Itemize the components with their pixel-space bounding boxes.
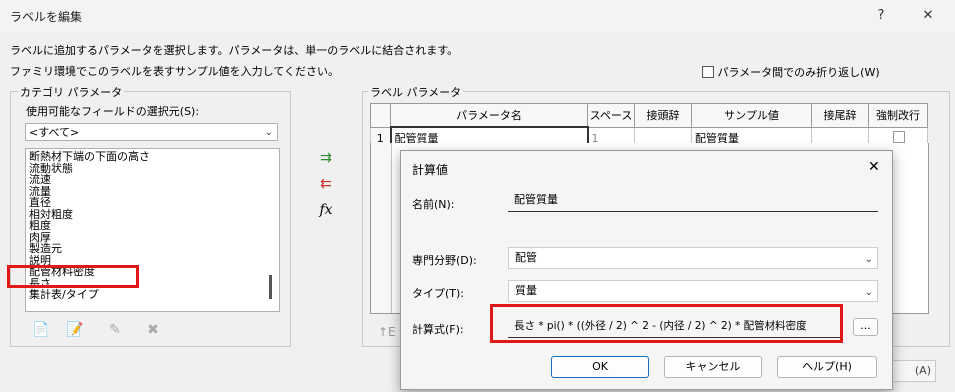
discipline-label: 専門分野(D): [412,254,477,267]
add-parameter-icon[interactable]: ⇉ [316,150,336,166]
column-header: 強制改行 [868,103,928,128]
column-header: スペース [587,103,635,128]
move-up-fragment[interactable]: ↑E [378,325,396,339]
list-item[interactable]: 流動状態 [26,162,279,175]
column-header: パラメータ名 [390,103,588,128]
column-header: サンプル値 [691,103,812,128]
remove-parameter-icon[interactable]: ⇇ [316,176,336,192]
field-source-select[interactable]: <すべて> ⌄ [25,123,278,141]
highlight-box-formula [490,304,843,343]
wrap-checkbox[interactable]: パラメータ間でのみ折り返し(W) [702,64,880,80]
calc-value-dialog: 計算値 ✕ 名前(N): 配管質量 専門分野(D): 配管 ⌄ タイプ(T): … [400,150,893,390]
name-input[interactable]: 配管質量 [508,190,878,212]
type-label: タイプ(T): [412,287,465,300]
type-value: 質量 [515,284,537,297]
help-dialog-button[interactable]: ヘルプ(H) [777,356,877,378]
table-header-row: パラメータ名 スペース 接頭辞 サンプル値 接尾辞 強制改行 [370,103,928,128]
window-title: ラベルを編集 [10,10,83,24]
new-parameter-icon[interactable]: 📄 [32,322,50,338]
list-item[interactable]: 直径 [26,197,279,209]
list-item[interactable]: 製造元 [26,243,279,255]
checkbox-box[interactable] [702,66,714,78]
break-checkbox[interactable] [893,130,905,143]
formula-label: 計算式(F): [412,323,464,336]
wrap-checkbox-label: パラメータ間でのみ折り返し(W) [717,66,880,79]
name-label: 名前(N): [412,198,455,211]
cancel-button[interactable]: キャンセル [664,356,762,378]
description-line-2: ファミリ環境でこのラベルを表すサンプル値を入力してください。 [10,65,340,78]
chevron-down-icon: ⌄ [864,254,873,265]
type-select[interactable]: 質量 ⌄ [508,280,878,302]
field-source-label: 使用可能なフィールドの選択元(S): [26,105,200,118]
scrollbar-thumb[interactable] [269,275,272,299]
list-item[interactable]: 流量 [26,185,279,198]
title-bar [0,0,955,32]
ok-button[interactable]: OK [551,356,649,378]
edit-parameter-icon[interactable]: 📝 [66,322,84,338]
description-line-1: ラベルに追加するパラメータを選択します。パラメータは、単一のラベルに結合されます… [10,44,459,57]
calc-dialog-title: 計算値 [412,163,449,177]
chevron-down-icon: ⌄ [864,287,873,298]
field-source-value: <すべて> [29,126,80,139]
formula-browse-button[interactable]: ... [853,318,878,336]
delete-parameter-icon[interactable]: ✖ [144,322,162,338]
list-item[interactable]: 断熱材下端の下面の高さ [26,151,279,163]
calc-dialog-close-icon[interactable]: ✕ [868,159,880,175]
list-item[interactable]: 相対粗度 [26,208,279,221]
discipline-select[interactable]: 配管 ⌄ [508,247,878,269]
list-item[interactable]: 肉厚 [26,231,279,244]
list-item[interactable]: 粗度 [26,220,279,232]
label-params-legend: ラベル パラメータ [368,84,464,100]
chevron-down-icon: ⌄ [264,127,273,138]
category-legend: カテゴリ パラメータ [18,84,125,100]
close-button[interactable]: ✕ [905,3,951,29]
discipline-value: 配管 [515,251,537,264]
modify-icon[interactable]: ✎ [106,322,124,338]
list-item[interactable]: 集計表/タイプ [26,289,279,301]
column-header: 接尾辞 [811,103,869,128]
highlight-box-list [7,265,139,288]
column-header: 接頭辞 [634,103,692,128]
column-header [370,103,391,128]
help-button[interactable]: ? [858,3,904,29]
list-item[interactable]: 流速 [26,174,279,186]
function-icon[interactable]: fx [316,202,336,218]
